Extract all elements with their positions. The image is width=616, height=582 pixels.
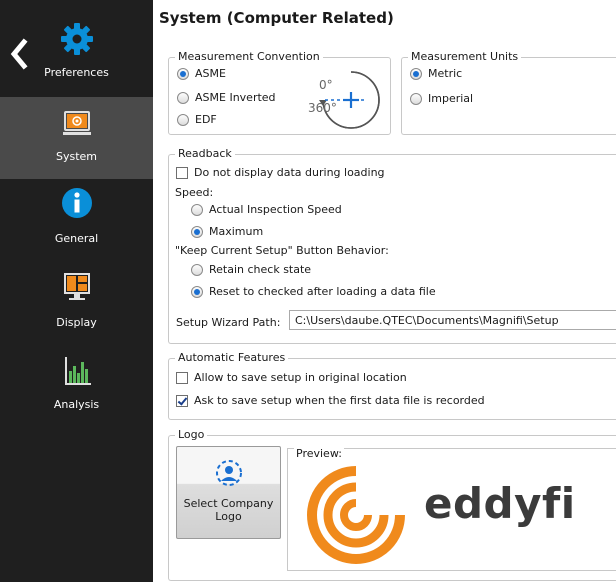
radio-label: ASME Inverted (195, 91, 276, 104)
logo-preview-box: Preview: eddyfi (287, 447, 616, 571)
radio-indicator (410, 92, 422, 105)
checkbox-label: Ask to save setup when the first data fi… (194, 394, 485, 407)
measurement-convention-group: Measurement Convention ASME ASME Inverte… (168, 50, 391, 135)
eddyfi-logo-text: eddyfi (424, 479, 576, 528)
select-company-logo-button[interactable]: Select Company Logo (176, 446, 281, 539)
radio-label: Actual Inspection Speed (209, 203, 342, 216)
sidebar-item-label: General (54, 232, 99, 245)
radio-indicator (191, 285, 203, 298)
eddyfi-logo-mark (307, 466, 405, 564)
sidebar-item-label: Display (56, 316, 97, 329)
radio-indicator (177, 113, 189, 126)
sidebar-item-label: Analysis (53, 398, 100, 411)
logo-legend: Logo (175, 428, 208, 441)
readback-group: Readback Do not display data during load… (168, 147, 616, 344)
convention-dial-diagram (319, 71, 380, 129)
gear-icon (61, 23, 93, 55)
speed-maximum-radio[interactable]: Maximum (191, 225, 263, 238)
radio-label: Maximum (209, 225, 264, 238)
radio-indicator (177, 67, 189, 80)
checkbox-indicator (176, 371, 188, 384)
radio-label: EDF (195, 113, 217, 126)
sidebar-item-label: Preferences (44, 66, 109, 79)
keep-setup-retain-radio[interactable]: Retain check state (191, 263, 311, 276)
select-company-logo-label: Select Company Logo (183, 497, 274, 523)
page-title: System (Computer Related) (159, 9, 394, 27)
sidebar-item-label: System (55, 150, 98, 163)
radio-indicator (191, 225, 203, 238)
checkbox-indicator (176, 394, 188, 407)
keep-setup-reset-radio[interactable]: Reset to checked after loading a data fi… (191, 285, 436, 298)
speed-label: Speed: (175, 186, 214, 199)
radio-label: Imperial (428, 92, 474, 105)
radio-indicator (191, 263, 203, 276)
speed-actual-radio[interactable]: Actual Inspection Speed (191, 203, 342, 216)
dial-zero-label: 0° (319, 78, 333, 92)
checkbox-label: Do not display data during loading (194, 166, 385, 179)
sidebar-item-preferences[interactable]: Preferences (0, 18, 153, 100)
radio-label: Retain check state (209, 263, 312, 276)
main-panel: System (Computer Related) Measurement Co… (153, 0, 616, 582)
allow-save-original-location-checkbox[interactable]: Allow to save setup in original location (176, 371, 407, 384)
automatic-features-group: Automatic Features Allow to save setup i… (168, 351, 616, 420)
ask-save-setup-checkbox[interactable]: Ask to save setup when the first data fi… (176, 394, 485, 407)
checkbox-indicator (176, 166, 188, 179)
automatic-features-legend: Automatic Features (175, 351, 289, 364)
radio-indicator (177, 91, 189, 104)
setup-wizard-path-label: Setup Wizard Path: (176, 316, 281, 329)
measurement-units-group: Measurement Units Metric Imperial (401, 50, 616, 135)
radio-label: ASME (195, 67, 226, 80)
measurement-units-legend: Measurement Units (408, 50, 522, 63)
units-metric-radio[interactable]: Metric (410, 67, 462, 80)
convention-asme-inverted-radio[interactable]: ASME Inverted (177, 91, 276, 104)
company-user-icon (216, 460, 242, 486)
radio-indicator (191, 203, 203, 216)
info-icon (62, 188, 92, 218)
sidebar-item-system[interactable]: System (0, 97, 153, 179)
radio-label: Reset to checked after loading a data fi… (209, 285, 436, 298)
checkbox-label: Allow to save setup in original location (194, 371, 407, 384)
sidebar-item-general[interactable]: General (0, 182, 153, 264)
keep-setup-behavior-label: "Keep Current Setup" Button Behavior: (175, 244, 389, 257)
display-icon (64, 273, 90, 300)
convention-asme-radio[interactable]: ASME (177, 67, 226, 80)
radio-label: Metric (428, 67, 463, 80)
setup-wizard-path-input[interactable] (289, 310, 616, 330)
analysis-chart-icon (65, 357, 91, 385)
no-display-during-loading-checkbox[interactable]: Do not display data during loading (176, 166, 385, 179)
units-imperial-radio[interactable]: Imperial (410, 92, 473, 105)
convention-edf-radio[interactable]: EDF (177, 113, 217, 126)
dial-360-label: 360° (308, 101, 337, 115)
readback-legend: Readback (175, 147, 235, 160)
preview-label: Preview: (294, 447, 344, 460)
sidebar-item-analysis[interactable]: Analysis (0, 350, 153, 432)
radio-indicator (410, 67, 422, 80)
system-icon (63, 111, 91, 135)
sidebar-item-display[interactable]: Display (0, 266, 153, 348)
sidebar: Preferences System General Display Analy… (0, 0, 153, 582)
